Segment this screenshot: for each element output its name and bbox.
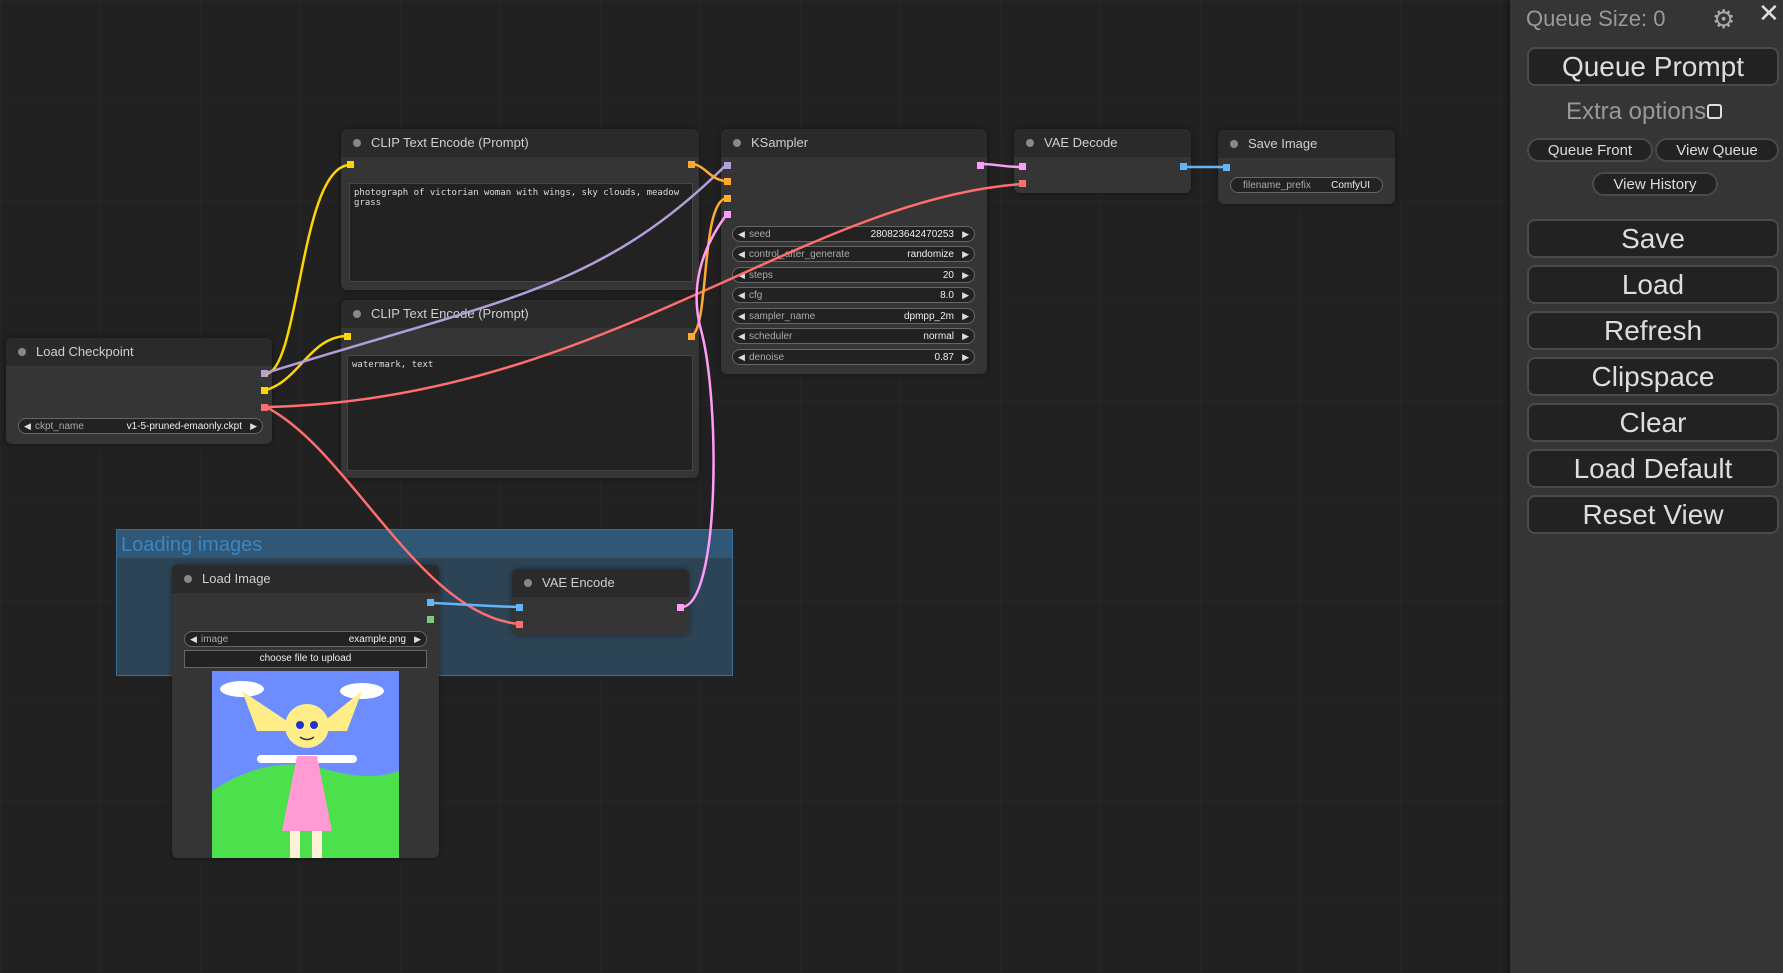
- load-default-button[interactable]: Load Default: [1527, 449, 1779, 488]
- wire-clip-positive: [265, 163, 351, 376]
- clipspace-button[interactable]: Clipspace: [1527, 357, 1779, 396]
- reset-view-button[interactable]: Reset View: [1527, 495, 1779, 534]
- queue-prompt-button[interactable]: Queue Prompt: [1527, 47, 1779, 86]
- gear-icon[interactable]: ⚙: [1712, 4, 1735, 35]
- clear-button[interactable]: Clear: [1527, 403, 1779, 442]
- wire-negative: [690, 196, 728, 338]
- view-history-button[interactable]: View History: [1592, 172, 1718, 196]
- wire-vae-encode: [265, 405, 520, 626]
- wire-latent-ksampler-decode: [979, 162, 1023, 169]
- connection-wires: [265, 162, 1226, 626]
- queue-size-label: Queue Size: 0: [1526, 6, 1666, 31]
- view-queue-button[interactable]: View Queue: [1655, 138, 1779, 162]
- comfy-menu: Queue Size: 0 ⚙ ✕ Queue Prompt Extra opt…: [1510, 0, 1783, 973]
- queue-front-button[interactable]: Queue Front: [1527, 138, 1653, 162]
- extra-options-label: Extra options: [1566, 98, 1707, 125]
- wire-vae-decode: [265, 182, 1023, 409]
- load-button[interactable]: Load: [1527, 265, 1779, 304]
- wire-model: [265, 164, 727, 375]
- save-button[interactable]: Save: [1527, 219, 1779, 258]
- close-icon[interactable]: ✕: [1758, 0, 1780, 29]
- wire-image-encode: [433, 601, 520, 609]
- graph-canvas[interactable]: Loading images CLIP Text Encode (Prompt)…: [0, 0, 1510, 973]
- wire-positive: [690, 162, 728, 183]
- refresh-button[interactable]: Refresh: [1527, 311, 1779, 350]
- extra-options-checkbox[interactable]: [1707, 104, 1722, 119]
